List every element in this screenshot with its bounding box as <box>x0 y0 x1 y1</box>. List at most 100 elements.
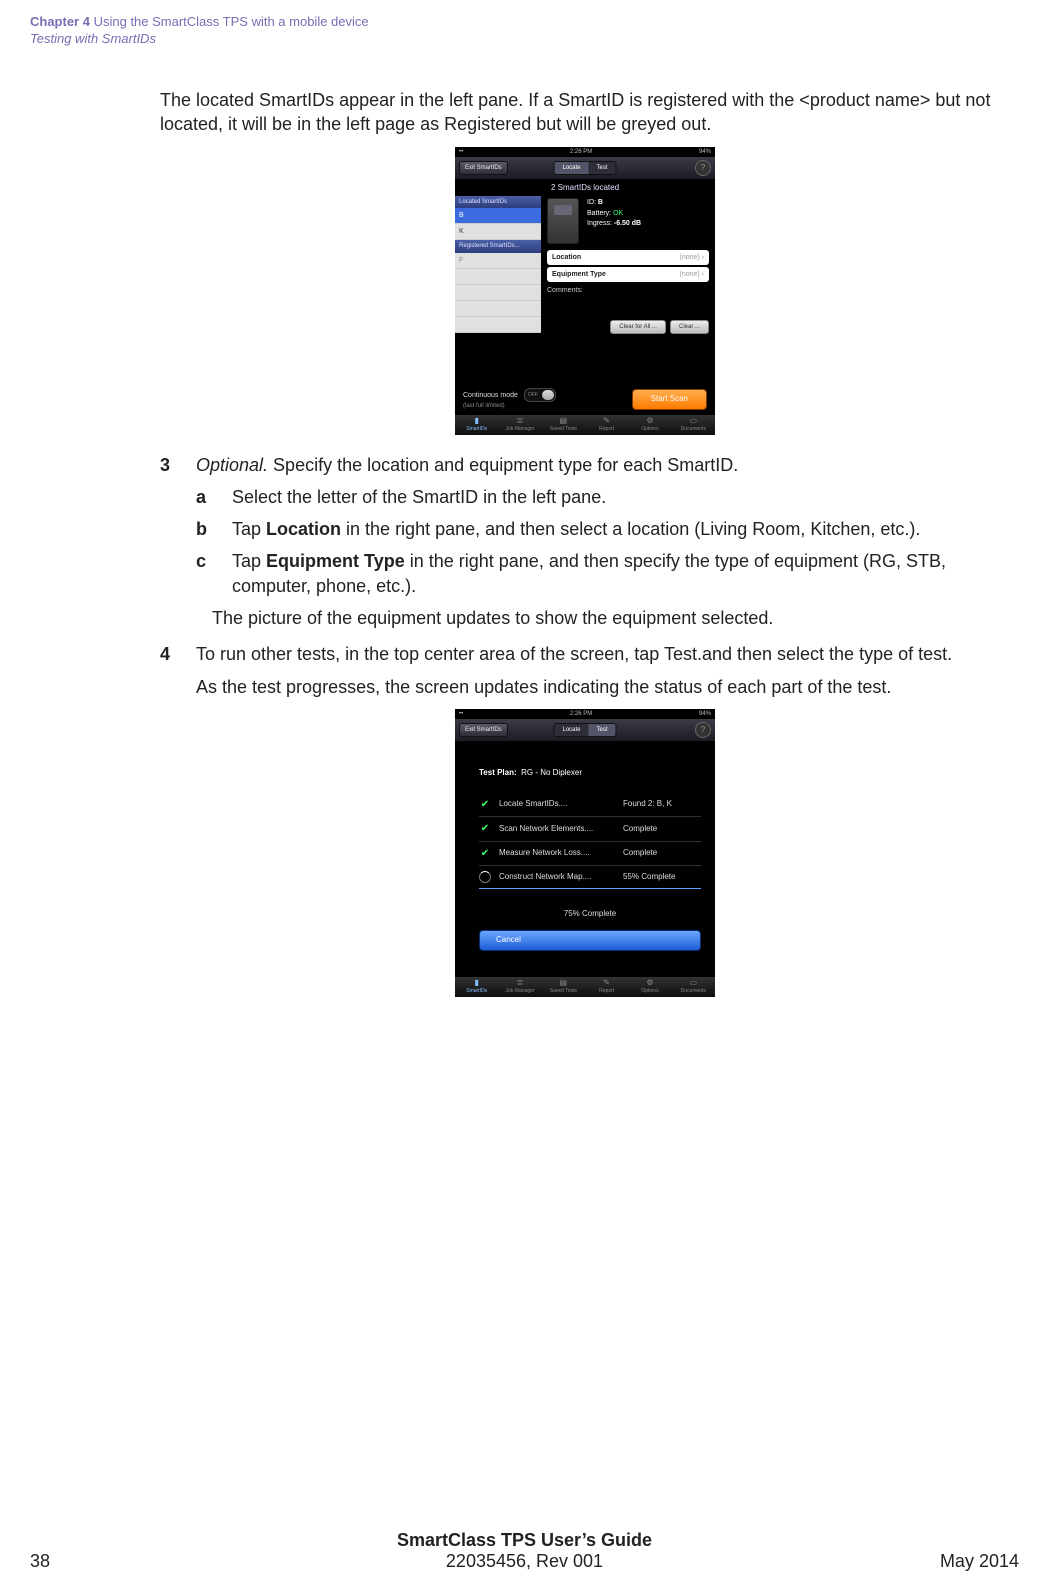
test-step: ✔ Scan Network Elements.... Complete <box>479 817 701 842</box>
job-icon: ≣ <box>498 979 541 987</box>
segment-locate[interactable]: Locate <box>554 724 588 736</box>
test-step: ✔ Locate SmartIDs.... Found 2: B, K <box>479 793 701 818</box>
tab-options[interactable]: ⚙Options <box>628 977 671 997</box>
substep-b-text: Tap Location in the right pane, and then… <box>232 517 1010 541</box>
footer-date: May 2014 <box>940 1551 1019 1572</box>
check-icon: ✔ <box>479 798 491 812</box>
section-title: Testing with SmartIDs <box>30 31 156 46</box>
exit-button[interactable]: Exit SmartIDs <box>459 723 508 737</box>
list-item[interactable]: K <box>455 224 541 240</box>
substep-c-text: Tap Equipment Type in the right pane, an… <box>232 549 1010 598</box>
test-plan-label: Test Plan: <box>479 768 517 777</box>
list-item[interactable]: F <box>455 253 541 269</box>
device-info: ID: B Battery: OK Ingress: -6.50 dB <box>587 198 641 230</box>
cancel-button[interactable]: Cancel <box>479 930 701 951</box>
status-time: 2:26 PM <box>570 710 592 718</box>
equipment-label: Equipment Type <box>552 270 606 279</box>
tab-documents[interactable]: ▭Documents <box>672 415 715 435</box>
located-count: 2 SmartIDs located <box>455 180 715 197</box>
battery-label: Battery: <box>587 210 611 217</box>
clear-button[interactable]: Clear ... <box>670 320 709 334</box>
tab-job-manager[interactable]: ≣Job Manager <box>498 415 541 435</box>
left-pane: Located SmartIDs B K Registered SmartIDs… <box>455 196 541 346</box>
equipment-type-field[interactable]: Equipment Type (none) › <box>547 267 709 282</box>
help-icon[interactable]: ? <box>695 722 711 738</box>
carrier-icon: •• <box>459 710 463 718</box>
status-bar: •• 2:26 PM 94% <box>455 709 715 719</box>
status-battery: 94% <box>699 710 711 718</box>
smartids-icon: ▮ <box>455 979 498 987</box>
substep-c: c <box>196 549 232 598</box>
tab-report[interactable]: ✎Report <box>585 415 628 435</box>
step-name: Locate SmartIDs.... <box>499 799 615 810</box>
options-icon: ⚙ <box>628 979 671 987</box>
continuous-mode: Continuous mode OFF (last full limited) <box>463 388 556 410</box>
list-item <box>455 285 541 301</box>
continuous-mode-label: Continuous mode <box>463 392 518 399</box>
segment-test[interactable]: Test <box>589 724 616 736</box>
step-number-4: 4 <box>160 642 196 666</box>
location-field[interactable]: Location (none) › <box>547 250 709 265</box>
step-status: Complete <box>623 824 657 835</box>
tab-smartids[interactable]: ▮SmartIDs <box>455 415 498 435</box>
mode-segment[interactable]: Locate Test <box>553 723 616 737</box>
spinner-icon <box>479 871 491 883</box>
tab-job-manager[interactable]: ≣Job Manager <box>498 977 541 997</box>
test-step: ✔ Measure Network Loss.... Complete <box>479 842 701 867</box>
figure-test-screenshot: •• 2:26 PM 94% Exit SmartIDs Locate Test… <box>160 709 1010 997</box>
continuous-mode-sub: (last full limited) <box>463 403 505 409</box>
tab-options[interactable]: ⚙Options <box>628 415 671 435</box>
right-pane: ID: B Battery: OK Ingress: -6.50 dB Loca… <box>541 196 715 346</box>
test-step: Construct Network Map.... 55% Complete <box>479 866 701 889</box>
located-header: Located SmartIDs <box>455 196 541 208</box>
segment-locate[interactable]: Locate <box>554 162 588 174</box>
comments-label: Comments: <box>547 286 709 295</box>
footer-docnum: 22035456, Rev 001 <box>0 1551 1049 1572</box>
location-label: Location <box>552 253 581 262</box>
step3-lead: Specify the location and equipment type … <box>268 455 738 475</box>
figure-locate-screenshot: •• 2:26 PM 94% Exit SmartIDs Locate Test… <box>160 147 1010 435</box>
list-item <box>455 317 541 333</box>
check-icon: ✔ <box>479 847 491 861</box>
substep-a: a <box>196 485 232 509</box>
report-icon: ✎ <box>585 979 628 987</box>
registered-header: Registered SmartIDs... <box>455 240 541 252</box>
list-item[interactable]: B <box>455 208 541 224</box>
substep-b: b <box>196 517 232 541</box>
saved-icon: ▤ <box>542 417 585 425</box>
exit-button[interactable]: Exit SmartIDs <box>459 161 508 175</box>
tab-saved-tests[interactable]: ▤Saved Tests <box>542 977 585 997</box>
tab-documents[interactable]: ▭Documents <box>672 977 715 997</box>
status-battery: 94% <box>699 148 711 156</box>
test-plan-value: RG - No Diplexer <box>521 768 582 777</box>
start-scan-button[interactable]: Start Scan <box>632 389 707 410</box>
tab-saved-tests[interactable]: ▤Saved Tests <box>542 415 585 435</box>
status-bar: •• 2:26 PM 94% <box>455 147 715 157</box>
carrier-icon: •• <box>459 148 463 156</box>
intro-paragraph: The located SmartIDs appear in the left … <box>160 88 1010 137</box>
step-name: Scan Network Elements.... <box>499 824 615 835</box>
step-status: Found 2: B, K <box>623 799 672 810</box>
step4-followup: As the test progresses, the screen updat… <box>196 675 1010 699</box>
step-number-3: 3 <box>160 453 196 477</box>
report-icon: ✎ <box>585 417 628 425</box>
mode-segment[interactable]: Locate Test <box>553 161 616 175</box>
saved-icon: ▤ <box>542 979 585 987</box>
battery-value: OK <box>613 210 623 217</box>
list-item <box>455 301 541 317</box>
device-image <box>547 198 579 244</box>
segment-test[interactable]: Test <box>589 162 616 174</box>
help-icon[interactable]: ? <box>695 160 711 176</box>
step3-followup: The picture of the equipment updates to … <box>212 606 1010 630</box>
continuous-mode-toggle[interactable]: OFF <box>524 388 556 402</box>
clear-all-button[interactable]: Clear for All ... <box>610 320 666 334</box>
step-status: Complete <box>623 848 657 859</box>
id-label: ID: <box>587 199 596 206</box>
job-icon: ≣ <box>498 417 541 425</box>
list-item <box>455 269 541 285</box>
ingress-label: Ingress: <box>587 220 612 227</box>
id-value: B <box>598 199 603 206</box>
step-name: Measure Network Loss.... <box>499 848 615 859</box>
tab-smartids[interactable]: ▮SmartIDs <box>455 977 498 997</box>
tab-report[interactable]: ✎Report <box>585 977 628 997</box>
